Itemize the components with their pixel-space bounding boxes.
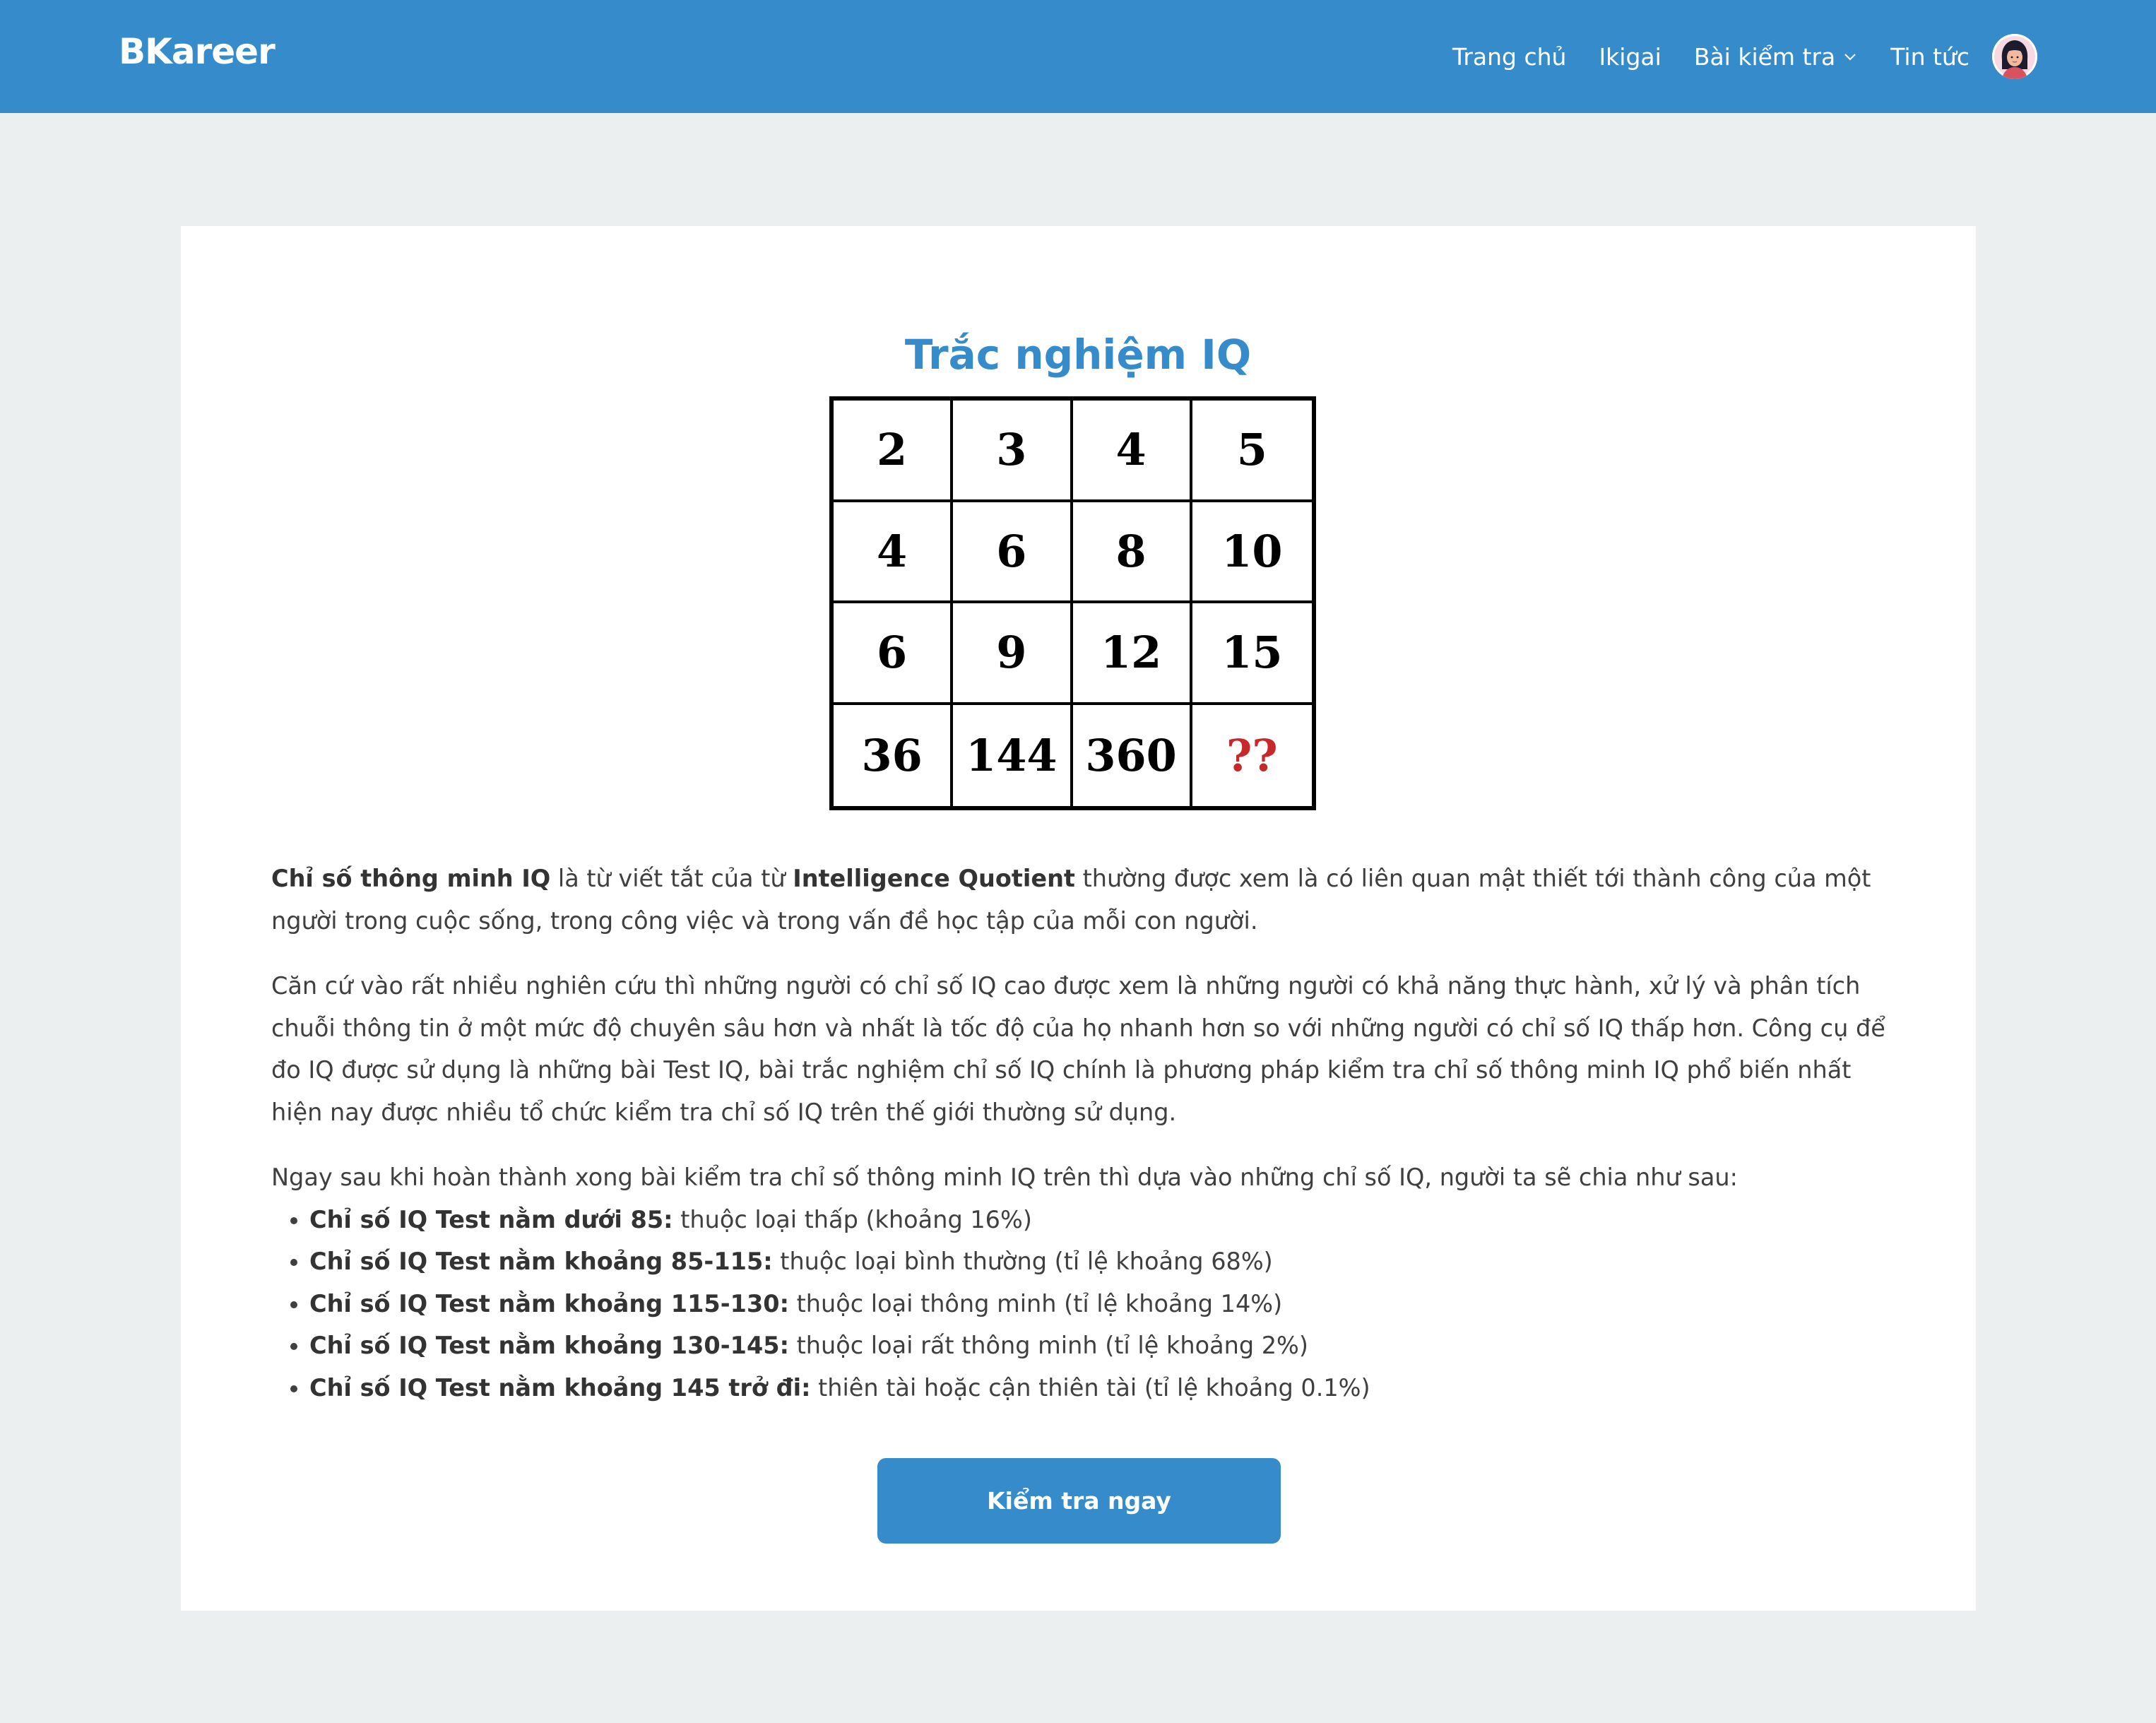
puzzle-cell: 144 (953, 704, 1073, 806)
puzzle-cell-unknown: ?? (1226, 729, 1278, 781)
intro-text: là từ viết tắt của từ (550, 865, 793, 892)
level-label: Chỉ số IQ Test nằm khoảng 115-130: (309, 1289, 789, 1318)
intro-paragraph: Chỉ số thông minh IQ là từ viết tắt của … (271, 858, 1889, 942)
puzzle-cell: 10 (1192, 502, 1312, 603)
brand-logo[interactable]: BKareer (119, 27, 276, 76)
puzzle-cell: 6 (953, 502, 1073, 603)
list-item: Chỉ số IQ Test nằm khoảng 115-130: thuộc… (309, 1283, 1889, 1325)
level-label: Chỉ số IQ Test nằm khoảng 145 trở đi: (309, 1373, 811, 1402)
list-item: Chỉ số IQ Test nằm dưới 85: thuộc loại t… (309, 1199, 1889, 1241)
level-desc: thuộc loại thông minh (tỉ lệ khoảng 14%) (788, 1289, 1283, 1318)
puzzle-cell: 360 (1073, 704, 1192, 806)
start-test-button[interactable]: Kiểm tra ngay (877, 1458, 1281, 1544)
nav-item-tests[interactable]: Bài kiểm tra (1694, 43, 1858, 71)
puzzle-cell: 3 (953, 401, 1073, 502)
main-nav: Trang chủ Ikigai Bài kiểm tra Tin tức (1420, 0, 2037, 113)
puzzle-cell: 15 (1192, 603, 1312, 705)
puzzle-cell: 2 (834, 401, 954, 502)
page-title: Trắc nghiệm IQ (904, 330, 1252, 379)
list-item: Chỉ số IQ Test nằm khoảng 85-115: thuộc … (309, 1241, 1889, 1283)
article-body: Chỉ số thông minh IQ là từ viết tắt của … (271, 858, 1889, 1409)
list-item: Chỉ số IQ Test nằm khoảng 145 trở đi: th… (309, 1367, 1889, 1409)
nav-item-tests-label: Bài kiểm tra (1693, 42, 1836, 71)
level-desc: thuộc loại rất thông minh (tỉ lệ khoảng … (788, 1332, 1308, 1359)
puzzle-cell: 36 (834, 704, 954, 806)
intro-bold-term: Intelligence Quotient (793, 865, 1075, 892)
user-avatar[interactable] (1992, 34, 2037, 79)
list-item: Chỉ số IQ Test nằm khoảng 130-145: thuộc… (309, 1325, 1889, 1367)
puzzle-cell: 9 (953, 603, 1073, 705)
research-paragraph: Căn cứ vào rất nhiều nghiên cứu thì nhữn… (271, 972, 1885, 1126)
puzzle-cell: 4 (834, 502, 954, 603)
puzzle-cell: 8 (1072, 502, 1192, 603)
nav-item-home[interactable]: Trang chủ (1452, 43, 1566, 71)
puzzle-cell: 6 (834, 603, 954, 705)
chevron-down-icon (1844, 54, 1856, 61)
puzzle-cell: 4 (1072, 401, 1192, 502)
levels-intro: Ngay sau khi hoàn thành xong bài kiểm tr… (271, 1164, 1738, 1191)
avatar-icon (1992, 34, 2037, 79)
top-navbar: BKareer Trang chủ Ikigai Bài kiểm tra Ti… (0, 0, 2156, 113)
level-label: Chỉ số IQ Test nằm khoảng 85-115: (309, 1248, 773, 1275)
iq-levels-list: Chỉ số IQ Test nằm dưới 85: thuộc loại t… (271, 1199, 1889, 1409)
level-desc: thuộc loại thấp (khoảng 16%) (673, 1205, 1032, 1233)
puzzle-cell: 12 (1072, 603, 1192, 705)
iq-puzzle-grid: 2 3 4 5 4 6 8 10 6 9 12 15 36 144 360 ?? (829, 396, 1316, 810)
level-label: Chỉ số IQ Test nằm dưới 85: (309, 1205, 673, 1233)
nav-item-news[interactable]: Tin tức (1890, 43, 1970, 71)
level-label: Chỉ số IQ Test nằm khoảng 130-145: (309, 1332, 789, 1359)
nav-item-ikigai[interactable]: Ikigai (1599, 43, 1661, 71)
level-desc: thuộc loại bình thường (tỉ lệ khoảng 68%… (772, 1248, 1273, 1275)
level-desc: thiên tài hoặc cận thiên tài (tỉ lệ khoả… (810, 1373, 1370, 1402)
intro-bold-term: Chỉ số thông minh IQ (271, 865, 551, 892)
puzzle-cell: 5 (1192, 401, 1312, 502)
